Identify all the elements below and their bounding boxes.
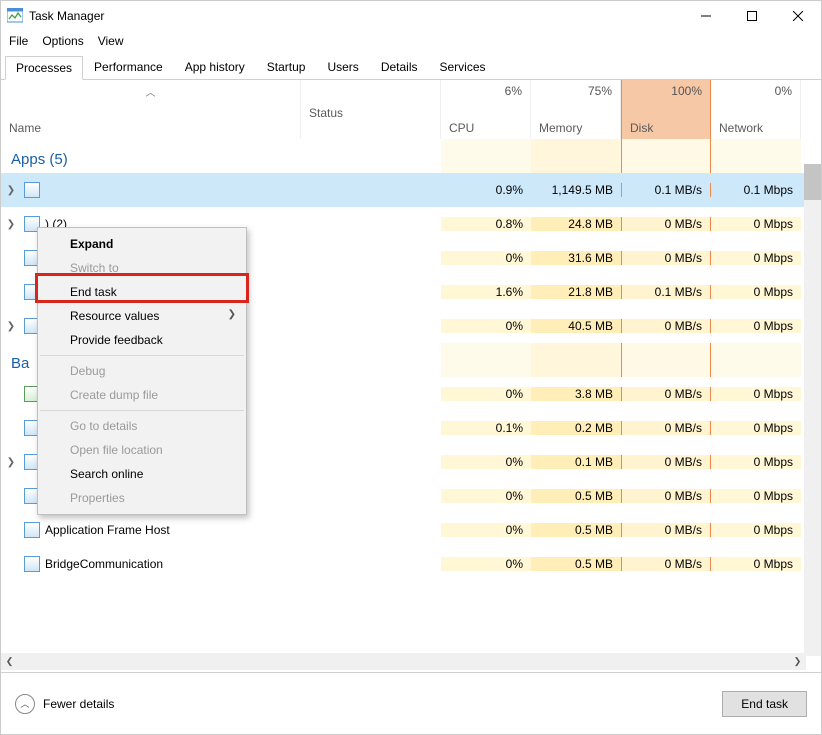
group-header-row: Apps (5): [1, 139, 821, 173]
cm-switch-to: Switch to: [38, 256, 246, 280]
column-header-disk[interactable]: 100% Disk: [621, 80, 711, 139]
titlebar: Task Manager: [1, 1, 821, 31]
fewer-details-label: Fewer details: [43, 697, 114, 711]
sort-arrow-icon: ︿: [9, 84, 292, 99]
scroll-right-icon[interactable]: ❯: [789, 656, 806, 667]
vertical-scrollbar[interactable]: [804, 164, 821, 656]
expand-chevron-icon[interactable]: ❯: [1, 185, 21, 196]
tab-users[interactable]: Users: [316, 55, 369, 79]
minimize-button[interactable]: [683, 1, 729, 31]
column-header-status[interactable]: Status: [301, 80, 441, 139]
cm-go-to-details: Go to details: [38, 414, 246, 438]
col-label-memory: Memory: [539, 121, 612, 135]
cm-provide-feedback[interactable]: Provide feedback: [38, 328, 246, 352]
menu-file[interactable]: File: [9, 34, 28, 48]
process-row[interactable]: Application Frame Host 0% 0.5 MB 0 MB/s …: [1, 513, 821, 547]
end-task-button[interactable]: End task: [722, 691, 807, 717]
process-name: BridgeCommunication: [43, 557, 301, 571]
group-apps[interactable]: Apps (5): [1, 139, 441, 173]
cm-create-dump: Create dump file: [38, 383, 246, 407]
expand-chevron-icon[interactable]: ❯: [1, 321, 21, 332]
maximize-icon: [747, 11, 757, 21]
titlebar-left: Task Manager: [7, 8, 104, 24]
horizontal-scrollbar[interactable]: ❮ ❯: [1, 653, 806, 670]
group-background-prefix: Ba: [11, 355, 29, 372]
context-menu-separator: [40, 410, 244, 411]
window-title: Task Manager: [29, 9, 104, 23]
fewer-details-button[interactable]: ︿ Fewer details: [15, 694, 114, 714]
menu-options[interactable]: Options: [42, 34, 83, 48]
cm-expand[interactable]: Expand: [38, 232, 246, 256]
col-label-status: Status: [309, 84, 432, 120]
tab-performance[interactable]: Performance: [83, 55, 174, 79]
menubar: File Options View: [1, 31, 821, 51]
cm-resource-values-label: Resource values: [70, 309, 159, 323]
tab-app-history[interactable]: App history: [174, 55, 256, 79]
column-header-network[interactable]: 0% Network: [711, 80, 801, 139]
process-name: Application Frame Host: [43, 523, 301, 537]
process-cpu: 0.9%: [441, 183, 531, 197]
context-menu: Expand Switch to End task Resource value…: [37, 227, 247, 515]
column-header-name[interactable]: ︿ Name: [1, 80, 301, 139]
process-icon: [21, 556, 43, 572]
col-label-disk: Disk: [630, 121, 702, 135]
col-label-cpu: CPU: [449, 121, 522, 135]
process-net: 0 Mbps: [711, 217, 801, 231]
process-disk: 0.1 MB/s: [621, 183, 711, 197]
close-icon: [793, 11, 803, 21]
tab-processes[interactable]: Processes: [5, 56, 83, 80]
cm-end-task[interactable]: End task: [38, 280, 246, 304]
cm-properties: Properties: [38, 486, 246, 510]
cm-debug: Debug: [38, 359, 246, 383]
scroll-left-icon[interactable]: ❮: [1, 656, 18, 667]
tab-startup[interactable]: Startup: [256, 55, 317, 79]
column-header-cpu[interactable]: 6% CPU: [441, 80, 531, 139]
process-mem: 1,149.5 MB: [531, 183, 621, 197]
submenu-arrow-icon: ❯: [228, 309, 236, 320]
process-row[interactable]: BridgeCommunication 0% 0.5 MB 0 MB/s 0 M…: [1, 547, 821, 581]
column-header-memory[interactable]: 75% Memory: [531, 80, 621, 139]
maximize-button[interactable]: [729, 1, 775, 31]
column-header: ︿ Name Status 6% CPU 75% Memory 100% Dis…: [1, 80, 821, 139]
expand-chevron-icon[interactable]: ❯: [1, 457, 21, 468]
tabs: Processes Performance App history Startu…: [1, 51, 821, 80]
process-row[interactable]: ❯ 0.9% 1,149.5 MB 0.1 MB/s 0.1 Mbps: [1, 173, 821, 207]
process-cpu: 0.8%: [441, 217, 531, 231]
col-pct-disk: 100%: [630, 84, 702, 98]
process-disk: 0 MB/s: [621, 217, 711, 231]
col-pct-cpu: 6%: [449, 84, 522, 98]
col-label-network: Network: [719, 121, 792, 135]
task-manager-icon: [7, 8, 23, 24]
col-label-name: Name: [9, 99, 292, 135]
window-controls: [683, 1, 821, 31]
process-net: 0.1 Mbps: [711, 183, 801, 197]
process-icon: [21, 182, 43, 198]
cm-resource-values[interactable]: Resource values ❯: [38, 304, 246, 328]
process-icon: [21, 522, 43, 538]
close-button[interactable]: [775, 1, 821, 31]
scroll-thumb[interactable]: [804, 164, 821, 200]
tab-services[interactable]: Services: [429, 55, 497, 79]
tab-details[interactable]: Details: [370, 55, 429, 79]
cm-search-online[interactable]: Search online: [38, 462, 246, 486]
col-pct-network: 0%: [719, 84, 792, 98]
col-pct-memory: 75%: [539, 84, 612, 98]
process-mem: 24.8 MB: [531, 217, 621, 231]
menu-view[interactable]: View: [98, 34, 124, 48]
minimize-icon: [701, 11, 711, 21]
expand-chevron-icon[interactable]: ❯: [1, 219, 21, 230]
chevron-up-icon: ︿: [15, 694, 35, 714]
cm-open-file-location: Open file location: [38, 438, 246, 462]
context-menu-separator: [40, 355, 244, 356]
footer: ︿ Fewer details End task: [1, 672, 821, 734]
